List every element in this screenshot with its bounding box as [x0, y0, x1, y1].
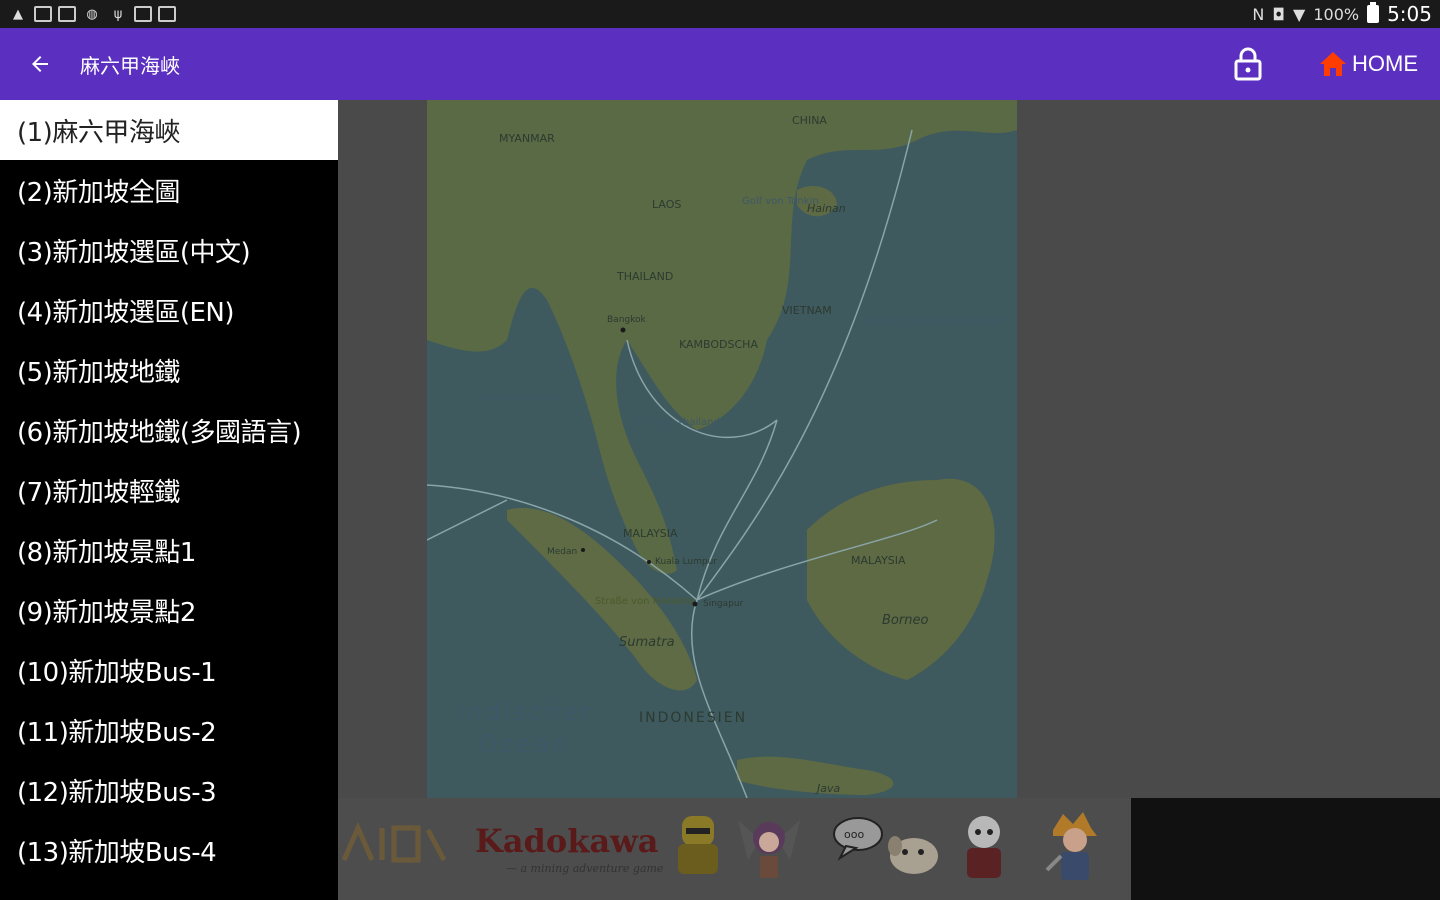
app-notification-icon [58, 6, 76, 22]
drawer-item-1[interactable]: (1)麻六甲海峽 [0, 100, 338, 160]
map-label-thailand: THAILAND [616, 270, 673, 283]
ad-brand: Kadokawa [475, 822, 659, 860]
arrow-left-icon [32, 56, 48, 72]
map-city-singapur: Singapur [703, 599, 744, 609]
banner-filler [1131, 798, 1440, 900]
battery-percent: 100% [1313, 4, 1360, 24]
app-bar: 麻六甲海峽 HOME [0, 28, 1440, 100]
drawer-item-5[interactable]: (5)新加坡地鐵 [0, 340, 338, 400]
map-label-sud-meer: Süd chinesisches Meer [867, 314, 1004, 328]
navigation-drawer: (1)麻六甲海峽 (2)新加坡全圖 (3)新加坡選區(中文) (4)新加坡選區(… [0, 100, 338, 900]
puppy-icon [888, 836, 938, 874]
map-label-kambodscha: KAMBODSCHA [679, 338, 758, 351]
drawer-item-13[interactable]: (13)新加坡Bus-4 [0, 820, 338, 880]
drawer-item-8[interactable]: (8)新加坡景點1 [0, 520, 338, 580]
status-bar: ▲ ◍ ψ N ◘ ▼ 100% 5:05 [0, 0, 1440, 28]
map-label-borneo: Borneo [882, 613, 928, 628]
winged-girl-icon [738, 820, 800, 878]
map-label-indonesien: INDONESIEN [639, 710, 747, 726]
drawer-item-10[interactable]: (10)新加坡Bus-1 [0, 640, 338, 700]
drawer-item-6[interactable]: (6)新加坡地鐵(多國語言) [0, 400, 338, 460]
strait-map[interactable]: CHINA MYANMAR LAOS THAILAND VIETNAM KAMB… [427, 100, 1017, 798]
map-label-java: Java [815, 782, 840, 795]
battery-icon [1367, 2, 1380, 23]
drawer-item-12[interactable]: (12)新加坡Bus-3 [0, 760, 338, 820]
map-label-indischer: Indischer [457, 698, 594, 726]
system-indicators: N ◘ ▼ 100% 5:05 [1252, 2, 1432, 26]
map-label-china: CHINA [792, 114, 827, 127]
drawer-item-7[interactable]: (7)新加坡輕鐵 [0, 460, 338, 520]
map-label-vietnam: VIETNAM [782, 304, 832, 317]
map-label-malaysia-east: MALAYSIA [851, 554, 906, 567]
notification-icons: ▲ ◍ ψ [8, 5, 176, 23]
armored-knight-icon [678, 816, 718, 874]
blonde-hero-icon [1045, 812, 1097, 880]
app-notification-icon [34, 6, 52, 22]
map-label-malaysia-west: MALAYSIA [623, 527, 678, 540]
lock-button[interactable] [1218, 28, 1278, 100]
message-notification-icon [134, 6, 152, 22]
drawer-item-11[interactable]: (11)新加坡Bus-2 [0, 700, 338, 760]
drawer-item-9[interactable]: (9)新加坡景點2 [0, 580, 338, 640]
page-title: 麻六甲海峽 [80, 53, 180, 78]
map-label-golf-tonkin: Golf von Tonkin [742, 196, 819, 207]
skull-warrior-icon [967, 816, 1001, 878]
game-notification-icon: ▲ [13, 6, 23, 22]
map-label-strasse-malakka: Straße von Malakka [595, 596, 694, 607]
map-city-kuala-lumpur: Kuala Lumpur [655, 557, 717, 567]
map-label-myanmar: MYANMAR [499, 132, 555, 145]
speech-bubble-icon: ooo [833, 817, 883, 861]
home-button[interactable]: HOME [1318, 50, 1418, 78]
map-city-bangkok: Bangkok [607, 315, 647, 325]
map-label-ozean: Ozean [479, 730, 570, 758]
home-icon [1320, 52, 1346, 76]
clock: 5:05 [1387, 2, 1432, 26]
lock-icon [1234, 47, 1262, 81]
map-city-medan: Medan [547, 547, 577, 557]
usb-icon: ψ [113, 6, 123, 22]
vibrate-icon: ◘ [1272, 4, 1286, 24]
game-logo-icon [341, 821, 447, 863]
map-label-sumatra: Sumatra [619, 635, 675, 650]
home-label: HOME [1352, 51, 1418, 76]
drawer-item-3[interactable]: (3)新加坡選區(中文) [0, 220, 338, 280]
back-button[interactable] [0, 28, 80, 100]
drawer-item-4[interactable]: (4)新加坡選區(EN) [0, 280, 338, 340]
map-label-golf-thailand: Golf von Thailand [632, 417, 720, 428]
nfc-icon: N [1252, 4, 1265, 24]
drawer-item-2[interactable]: (2)新加坡全圖 [0, 160, 338, 220]
map-label-andamanen: Andamanen-see [479, 392, 560, 403]
bubble-text: ooo [844, 828, 864, 841]
globe-icon: ◍ [86, 6, 98, 22]
ad-banner[interactable]: Kadokawa — a mining adventure game ooo [338, 798, 1131, 900]
gallery-notification-icon [158, 6, 176, 22]
wifi-icon: ▼ [1293, 4, 1306, 24]
ad-tagline: — a mining adventure game [506, 862, 664, 875]
map-label-laos: LAOS [652, 198, 681, 211]
